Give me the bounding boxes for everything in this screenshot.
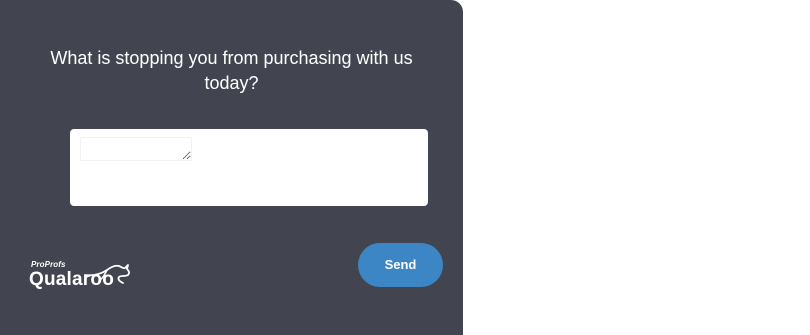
- qualaroo-logo[interactable]: ProProfs Qualaroo: [29, 258, 139, 298]
- answer-input[interactable]: [80, 137, 192, 161]
- answer-box: [70, 129, 428, 206]
- kangaroo-logo-icon: [84, 264, 130, 284]
- survey-panel: What is stopping you from purchasing wit…: [0, 0, 463, 335]
- brand-sub-label: ProProfs: [31, 260, 66, 269]
- send-button[interactable]: Send: [358, 243, 443, 287]
- survey-question: What is stopping you from purchasing wit…: [50, 48, 413, 93]
